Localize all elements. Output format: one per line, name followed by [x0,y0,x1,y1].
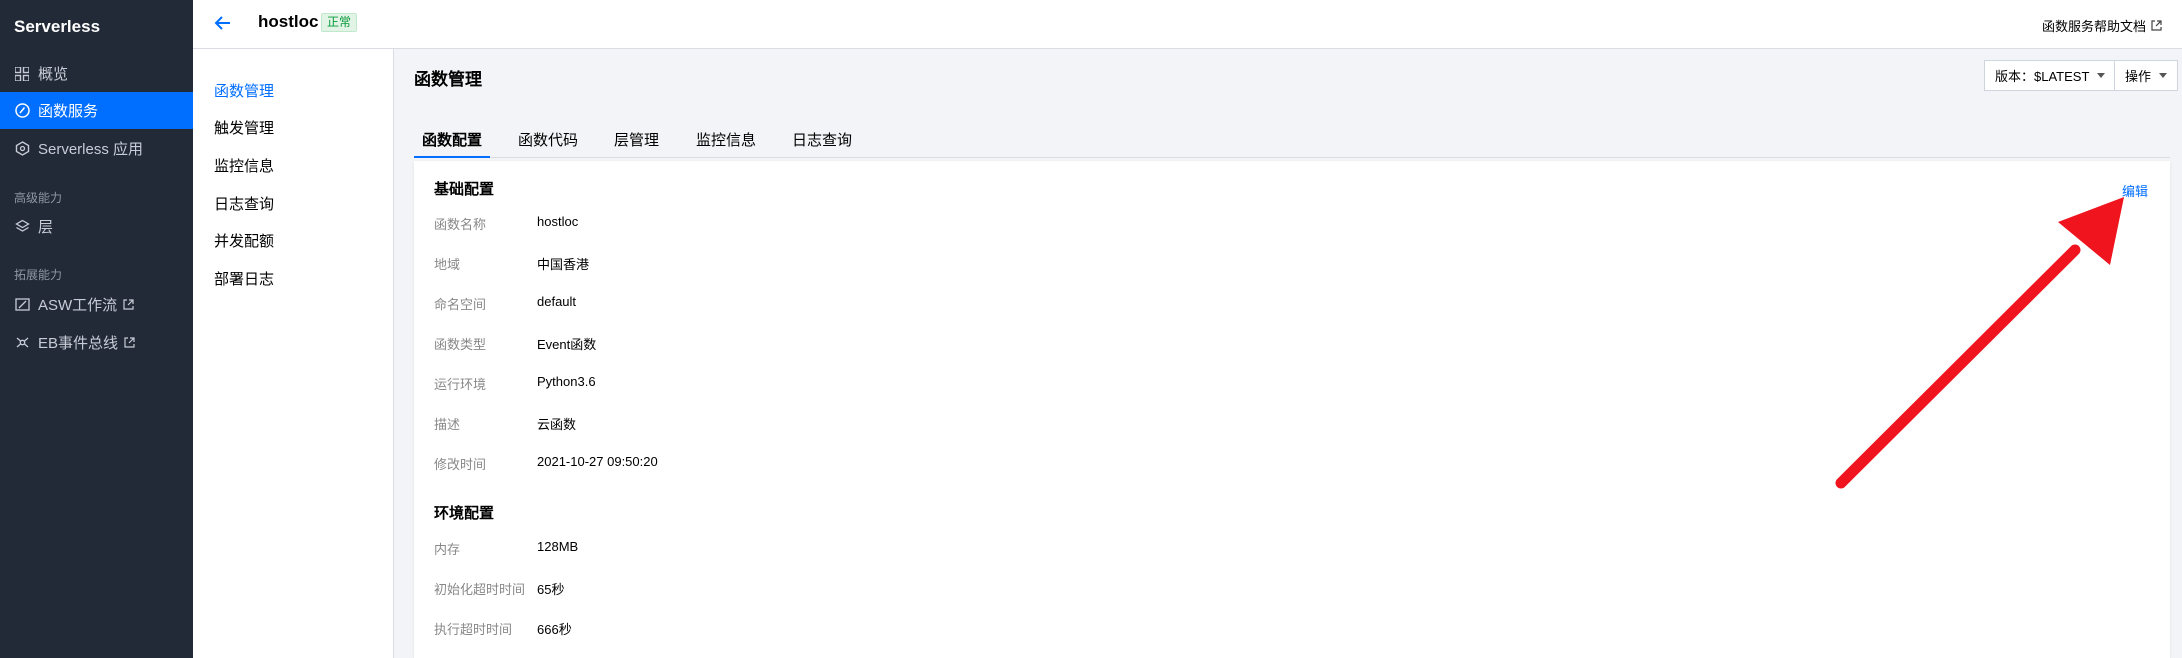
top-header: hostloc 正常 函数服务帮助文档 [193,0,2182,49]
env-config-title: 环境配置 [434,505,495,522]
field-label: 执行超时时间 [434,622,513,637]
field-value: hostloc [537,214,579,229]
field-value: 中国香港 [537,257,590,272]
tab-bar: 函数配置 函数代码 层管理 监控信息 日志查询 [414,124,2170,158]
field-label: 地域 [434,257,461,272]
subnav-monitoring[interactable]: 监控信息 [214,155,274,176]
function-name-title: hostloc [258,12,319,31]
main-content: 函数管理 版本：$LATEST 操作 函数配置 函数代码 层管理 监控信息 日志… [394,49,2182,658]
field-value: Python3.6 [537,374,596,389]
subnav-trigger-management[interactable]: 触发管理 [214,117,274,138]
chevron-down-icon [2097,73,2106,78]
help-doc-label: 函数服务帮助文档 [2041,19,2146,34]
sidebar-item-label: 层 [38,219,54,236]
layers-icon [14,219,30,235]
field-label: 函数类型 [434,337,487,352]
page-title: 函数管理 [414,70,482,89]
version-select-label: 版本：$LATEST [1995,69,2090,84]
sidebar-group-advanced: 高级能力 [14,191,63,205]
field-value: 云函数 [537,417,577,432]
function-icon [14,103,30,119]
subnav-deploy-log[interactable]: 部署日志 [214,268,274,289]
field-label: 函数名称 [434,217,487,232]
tab-layer-management[interactable]: 层管理 [606,124,667,158]
field-label: 内存 [434,542,461,557]
sidebar-item-label: EB事件总线 [38,335,119,352]
workflow-icon [14,297,30,313]
external-link-icon [2151,20,2162,31]
sidebar: Serverless 概览 函数服务 Serverless 应用 高级能力 层 … [0,0,193,658]
function-subnav: 函数管理 触发管理 监控信息 日志查询 并发配额 部署日志 [193,49,394,658]
field-label: 描述 [434,417,461,432]
field-label: 命名空间 [434,297,487,312]
version-select[interactable]: 版本：$LATEST [1984,60,2117,91]
tab-monitoring[interactable]: 监控信息 [688,124,764,158]
sidebar-item-eb[interactable]: EB事件总线 [0,324,193,361]
sidebar-item-label: 函数服务 [38,103,99,120]
tab-function-code[interactable]: 函数代码 [510,124,586,158]
sidebar-item-layer[interactable]: 层 [0,208,193,245]
subnav-concurrency-quota[interactable]: 并发配额 [214,230,274,251]
field-value: 128MB [537,539,579,554]
external-link-icon [124,336,136,349]
sidebar-item-label: Serverless 应用 [38,141,144,158]
field-label: 修改时间 [434,457,487,472]
external-link-icon [123,298,135,311]
sidebar-item-asw[interactable]: ASW工作流 [0,286,193,323]
edit-button[interactable]: 编辑 [2122,181,2148,200]
subnav-log-query[interactable]: 日志查询 [214,193,274,214]
field-value: Event函数 [537,337,597,352]
field-value: 666秒 [537,622,572,637]
sidebar-item-label: 概览 [38,66,69,83]
grid-icon [14,66,30,82]
sidebar-item-serverless-app[interactable]: Serverless 应用 [0,130,193,167]
back-arrow-icon[interactable] [213,13,233,33]
sidebar-item-label: ASW工作流 [38,297,118,314]
status-badge: 正常 [321,13,358,32]
sidebar-group-extend: 拓展能力 [14,268,63,282]
field-label: 初始化超时时间 [434,582,526,597]
tab-log-query[interactable]: 日志查询 [784,124,860,158]
field-value: default [537,294,577,309]
action-dropdown-label: 操作 [2125,69,2152,84]
tab-function-config[interactable]: 函数配置 [414,124,491,158]
help-doc-link[interactable]: 函数服务帮助文档 [2042,16,2162,35]
action-dropdown[interactable]: 操作 [2114,60,2179,91]
field-value: 2021-10-27 09:50:20 [537,454,658,469]
field-label: 运行环境 [434,377,487,392]
sidebar-item-overview[interactable]: 概览 [0,55,193,92]
field-value: 65秒 [537,582,565,597]
sidebar-title: Serverless [14,17,101,36]
subnav-function-management[interactable]: 函数管理 [214,80,274,101]
config-card: 基础配置 编辑 函数名称 hostloc 地域 中国香港 命名空间 defaul… [414,161,2170,658]
chevron-down-icon [2159,73,2168,78]
sidebar-item-function-service[interactable]: 函数服务 [0,92,193,129]
basic-config-title: 基础配置 [434,181,495,198]
event-bus-icon [14,335,30,351]
app-icon [14,141,30,157]
